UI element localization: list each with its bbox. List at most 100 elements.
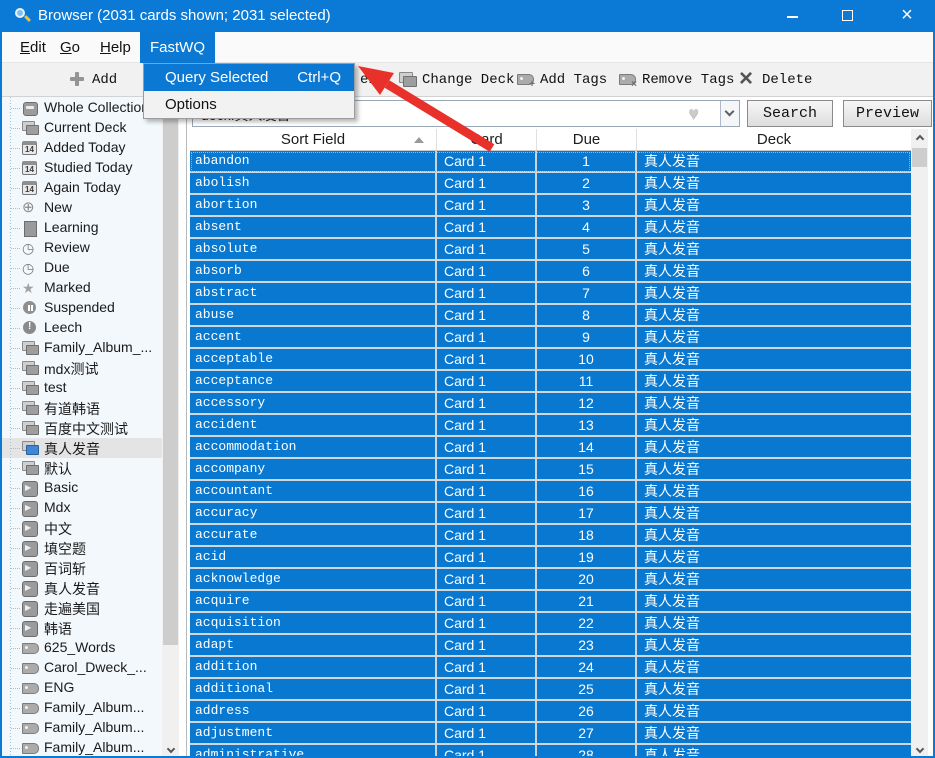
table-row[interactable]: acid Card 1 19 真人发音 <box>190 547 911 569</box>
sidebar-item[interactable]: ⊕ New <box>2 198 162 218</box>
sidebar-item[interactable]: Suspended <box>2 298 162 318</box>
table-scrollbar[interactable] <box>911 129 928 756</box>
table-row[interactable]: accuracy Card 1 17 真人发音 <box>190 503 911 525</box>
close-button[interactable]: × <box>884 0 930 32</box>
table-row[interactable]: absorb Card 1 6 真人发音 <box>190 261 911 283</box>
sidebar-item[interactable]: Family_Album... <box>2 718 162 738</box>
model-icon <box>22 520 38 537</box>
table-row[interactable]: abstract Card 1 7 真人发音 <box>190 283 911 305</box>
menu-item-options[interactable]: Options <box>144 91 354 118</box>
sidebar-item[interactable]: Mdx <box>2 498 162 518</box>
sidebar-item[interactable]: 有道韩语 <box>2 398 162 418</box>
column-header-sort-field[interactable]: Sort Field <box>190 129 437 150</box>
sidebar-item[interactable]: 默认 <box>2 458 162 478</box>
table-row[interactable]: abandon Card 1 1 真人发音 <box>190 151 911 173</box>
sidebar-item[interactable]: 韩语 <box>2 618 162 638</box>
search-button[interactable]: Search <box>747 100 833 127</box>
table-row[interactable]: accompany Card 1 15 真人发音 <box>190 459 911 481</box>
sidebar-item[interactable]: Family_Album_... <box>2 338 162 358</box>
sidebar-item[interactable]: mdx测试 <box>2 358 162 378</box>
sidebar-scroll-down-arrow[interactable] <box>162 739 179 756</box>
sidebar-item[interactable]: Basic <box>2 478 162 498</box>
cell-due: 19 <box>537 547 637 567</box>
sidebar-item[interactable]: Family_Album... <box>2 738 162 756</box>
sidebar-item[interactable]: 14 Again Today <box>2 178 162 198</box>
remove-tags-button[interactable]: × Remove Tags <box>618 63 734 97</box>
minimize-button[interactable] <box>769 0 815 32</box>
table-row[interactable]: accident Card 1 13 真人发音 <box>190 415 911 437</box>
table-row[interactable]: acceptance Card 1 11 真人发音 <box>190 371 911 393</box>
add-button[interactable]: Add <box>68 63 117 97</box>
sidebar-item[interactable]: ◷ Due <box>2 258 162 278</box>
sidebar-item[interactable]: 中文 <box>2 518 162 538</box>
sidebar-item[interactable]: ★ Marked <box>2 278 162 298</box>
search-dropdown-button[interactable] <box>720 101 739 126</box>
table-row[interactable]: accommodation Card 1 14 真人发音 <box>190 437 911 459</box>
table-scroll-down-arrow[interactable] <box>911 739 928 756</box>
table-row[interactable]: abolish Card 1 2 真人发音 <box>190 173 911 195</box>
table-row[interactable]: acknowledge Card 1 20 真人发音 <box>190 569 911 591</box>
table-row[interactable]: abortion Card 1 3 真人发音 <box>190 195 911 217</box>
menu-item-edit[interactable]: Edit <box>10 32 56 63</box>
column-header-due[interactable]: Due <box>537 129 637 150</box>
table-row[interactable]: accurate Card 1 18 真人发音 <box>190 525 911 547</box>
table-scrollbar-thumb[interactable] <box>912 148 927 167</box>
sidebar-item[interactable]: 真人发音 <box>2 578 162 598</box>
menu-item-fastwq[interactable]: FastWQ <box>140 32 215 63</box>
partially-hidden-button[interactable]: end <box>360 63 385 97</box>
sidebar-item[interactable]: Family_Album... <box>2 698 162 718</box>
table-row[interactable]: adjustment Card 1 27 真人发音 <box>190 723 911 745</box>
cell-sort-field: additional <box>190 679 437 699</box>
sidebar-item[interactable]: Learning <box>2 218 162 238</box>
sidebar-item[interactable]: 填空题 <box>2 538 162 558</box>
column-header-card[interactable]: Card <box>437 129 537 150</box>
menu-item-help[interactable]: Help <box>90 32 141 63</box>
table-scroll-up-arrow[interactable] <box>911 129 928 146</box>
sidebar-item[interactable]: Whole Collection <box>2 98 162 118</box>
favorite-heart-icon[interactable]: ♥ <box>688 103 699 124</box>
menu-item-go[interactable]: Go <box>50 32 90 63</box>
table-row[interactable]: address Card 1 26 真人发音 <box>190 701 911 723</box>
sidebar-item[interactable]: 14 Added Today <box>2 138 162 158</box>
sidebar-item[interactable]: 走遍美国 <box>2 598 162 618</box>
sidebar-item[interactable]: 百词斩 <box>2 558 162 578</box>
table-row[interactable]: accent Card 1 9 真人发音 <box>190 327 911 349</box>
delete-button[interactable]: Delete <box>738 62 812 97</box>
sidebar-item[interactable]: 14 Studied Today <box>2 158 162 178</box>
sidebar-item[interactable]: Carol_Dweck_... <box>2 658 162 678</box>
table-row[interactable]: accessory Card 1 12 真人发音 <box>190 393 911 415</box>
table-row[interactable]: abuse Card 1 8 真人发音 <box>190 305 911 327</box>
change-deck-button[interactable]: Change Deck <box>398 63 514 97</box>
sidebar-item[interactable]: 真人发音 <box>2 438 162 458</box>
table-row[interactable]: accountant Card 1 16 真人发音 <box>190 481 911 503</box>
preview-button[interactable]: Preview <box>843 100 932 127</box>
sidebar-item[interactable]: ENG <box>2 678 162 698</box>
table-row[interactable]: absolute Card 1 5 真人发音 <box>190 239 911 261</box>
table-row[interactable]: adapt Card 1 23 真人发音 <box>190 635 911 657</box>
add-tags-button[interactable]: + Add Tags <box>516 63 607 97</box>
table-row[interactable]: additional Card 1 25 真人发音 <box>190 679 911 701</box>
column-header-deck[interactable]: Deck <box>637 129 911 150</box>
sidebar-item[interactable]: Leech <box>2 318 162 338</box>
maximize-button[interactable] <box>824 0 870 32</box>
sidebar-item[interactable]: ◷ Review <box>2 238 162 258</box>
table-row[interactable]: acquisition Card 1 22 真人发音 <box>190 613 911 635</box>
sidebar-item[interactable]: 625_Words <box>2 638 162 658</box>
change-deck-icon <box>398 70 417 88</box>
sidebar-item-label: Suspended <box>44 299 115 315</box>
sidebar-scrollbar-thumb[interactable] <box>163 118 178 645</box>
cell-card: Card 1 <box>437 503 537 523</box>
menu-item-query-selected[interactable]: Query Selected Ctrl+Q <box>144 64 354 91</box>
table-row[interactable]: administrative Card 1 28 真人发音 <box>190 745 911 756</box>
sort-ascending-icon <box>414 137 424 143</box>
sidebar-item[interactable]: test <box>2 378 162 398</box>
cell-card: Card 1 <box>437 613 537 633</box>
table-row[interactable]: acceptable Card 1 10 真人发音 <box>190 349 911 371</box>
sidebar-item[interactable]: 百度中文测试 <box>2 418 162 438</box>
sidebar-item[interactable]: Current Deck <box>2 118 162 138</box>
table-row[interactable]: addition Card 1 24 真人发音 <box>190 657 911 679</box>
sidebar-divider[interactable] <box>186 97 187 756</box>
table-row[interactable]: absent Card 1 4 真人发音 <box>190 217 911 239</box>
table-row[interactable]: acquire Card 1 21 真人发音 <box>190 591 911 613</box>
sidebar-scrollbar[interactable] <box>162 97 179 756</box>
